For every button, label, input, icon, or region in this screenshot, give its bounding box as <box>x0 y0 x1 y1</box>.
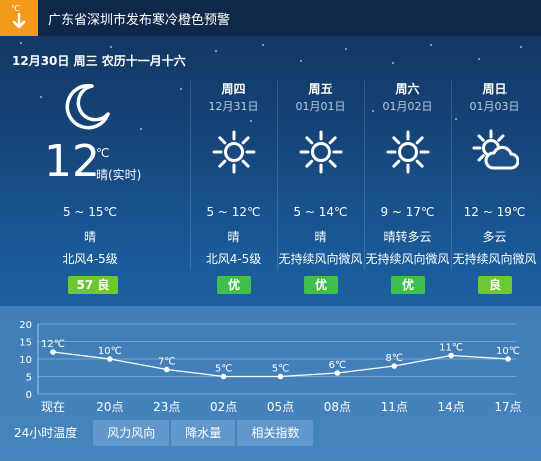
data-label: 6℃ <box>329 360 347 371</box>
data-point <box>391 363 398 369</box>
star-decoration <box>478 58 480 60</box>
data-point <box>505 356 511 362</box>
y-tick-label: 20 <box>19 320 32 331</box>
x-tick-label: 11点 <box>381 400 408 414</box>
data-label: 7℃ <box>158 357 176 368</box>
forecast-day-3[interactable]: 周六 01月02日 9 ~ 17℃ 晴转多云 无持续风向微风 优 <box>364 70 451 300</box>
data-label: 8℃ <box>385 353 403 364</box>
x-tick-label: 08点 <box>324 400 351 414</box>
forecast-day-1[interactable]: 周四 12月31日 5 ~ 12℃ 晴 北风4-5级 优 <box>190 70 277 300</box>
data-point <box>220 373 227 380</box>
temperature-unit: ℃ <box>96 146 110 160</box>
x-tick-label: 17点 <box>494 400 521 414</box>
alert-text: 广东省深圳市发布寒冷橙色预警 <box>48 13 231 28</box>
forecast-day: 周四 <box>221 82 246 96</box>
current-label: 晴(实时) <box>96 168 142 182</box>
forecast-date: 01月01日 <box>295 100 346 113</box>
data-point <box>50 349 56 355</box>
star-decoration <box>20 42 22 44</box>
forecast-day: 周五 <box>308 82 333 96</box>
temperature-line-chart: 0 5 10 15 20 12℃ 现在 10℃ 20点 7℃ 23点 5℃ 02点 5℃ 05点 6℃ 08点 8… <box>19 320 521 414</box>
star-decoration <box>110 46 112 48</box>
today-range: 5 ~ 15℃ <box>62 205 118 219</box>
air-quality-badge: 优 <box>217 276 251 294</box>
forecast-day-2[interactable]: 周五 01月01日 5 ~ 14℃ 晴 无持续风向微风 优 <box>277 70 364 300</box>
data-point <box>277 373 284 380</box>
air-quality-badge: 优 <box>304 276 338 294</box>
moon-icon <box>65 83 110 130</box>
data-label: 5℃ <box>272 364 290 375</box>
tab-precipitation[interactable]: 降水量 <box>171 420 236 446</box>
data-point <box>107 356 113 362</box>
today-panel: 12 ℃ 晴(实时) 5 ~ 15℃ 晴 北风4-5级 57 良 <box>0 70 190 300</box>
forecast-day-4[interactable]: 周日 01月03日 12 ~ 19℃ 多云 无持续风向微风 良 <box>451 70 538 300</box>
arrow-down-icon <box>12 13 26 29</box>
y-tick-label: 5 <box>26 373 32 384</box>
current-temperature: 12 <box>44 136 100 187</box>
tab-indices[interactable]: 相关指数 <box>237 420 314 446</box>
forecast-condition: 晴 <box>314 230 327 244</box>
tab-24h-temperature[interactable]: 24小时温度 <box>0 420 91 446</box>
star-decoration <box>262 44 264 46</box>
y-tick-label: 15 <box>19 338 32 349</box>
star-decoration <box>215 50 217 52</box>
air-quality-badge: 优 <box>391 276 425 294</box>
forecast-date: 12月31日 <box>208 100 259 113</box>
forecast-wind: 无持续风向微风 <box>365 252 450 266</box>
star-decoration <box>345 48 347 50</box>
forecast-range: 12 ~ 19℃ <box>463 205 526 219</box>
forecast-day: 周六 <box>395 82 420 96</box>
x-tick-label: 20点 <box>96 400 123 414</box>
data-label: 10℃ <box>98 346 122 357</box>
forecast-date: 01月02日 <box>382 100 433 113</box>
y-tick-label: 10 <box>19 355 32 366</box>
alert-thermometer-icon: ℃ <box>0 0 38 36</box>
data-label: 5℃ <box>215 364 233 375</box>
forecast-condition: 晴转多云 <box>383 230 432 244</box>
weather-widget: { "alert": { "unit": "℃", "text": "广东省深圳… <box>0 0 541 461</box>
sun-icon <box>297 128 345 180</box>
forecast-range: 9 ~ 17℃ <box>380 205 435 219</box>
forecast-wind: 无持续风向微风 <box>452 252 537 266</box>
data-label: 11℃ <box>439 343 463 354</box>
alert-bar[interactable]: ℃ 广东省深圳市发布寒冷橙色预警 <box>0 0 541 36</box>
today-wind: 北风4-5级 <box>62 252 118 266</box>
star-decoration <box>392 62 394 64</box>
x-tick-label: 现在 <box>41 400 65 414</box>
forecast-day: 周日 <box>482 82 507 96</box>
x-tick-label: 14点 <box>437 400 464 414</box>
forecast-condition: 晴 <box>227 230 240 244</box>
forecast-wind: 北风4-5级 <box>205 252 262 266</box>
today-condition: 晴 <box>83 230 96 244</box>
forecast-condition: 多云 <box>482 230 507 244</box>
x-tick-label: 05点 <box>267 400 294 414</box>
data-point <box>334 370 341 376</box>
forecast-range: 5 ~ 14℃ <box>293 205 348 219</box>
date-line: 12月30日 周三 农历十一月十六 <box>12 54 186 68</box>
sun-icon <box>384 128 432 180</box>
star-decoration <box>520 46 522 48</box>
data-label: 12℃ <box>41 339 65 350</box>
x-tick-label: 02点 <box>210 400 237 414</box>
tab-wind[interactable]: 风力风向 <box>93 420 170 446</box>
data-point <box>448 352 454 359</box>
x-tick-label: 23点 <box>153 400 180 414</box>
air-quality-badge: 良 <box>478 276 512 294</box>
forecast-range: 5 ~ 12℃ <box>206 205 261 219</box>
data-point <box>163 366 170 373</box>
star-decoration <box>300 60 302 62</box>
partly-cloudy-icon <box>471 128 520 180</box>
sun-icon <box>210 128 258 180</box>
chart-tabs: 24小时温度 风力风向 降水量 相关指数 <box>0 420 315 446</box>
forecast-date: 01月03日 <box>469 100 520 113</box>
data-label: 10℃ <box>496 346 520 357</box>
forecast-wind: 无持续风向微风 <box>278 252 363 266</box>
y-tick-label: 0 <box>26 390 32 401</box>
star-decoration <box>430 44 432 46</box>
aqi-badge[interactable]: 57 良 <box>68 276 118 294</box>
